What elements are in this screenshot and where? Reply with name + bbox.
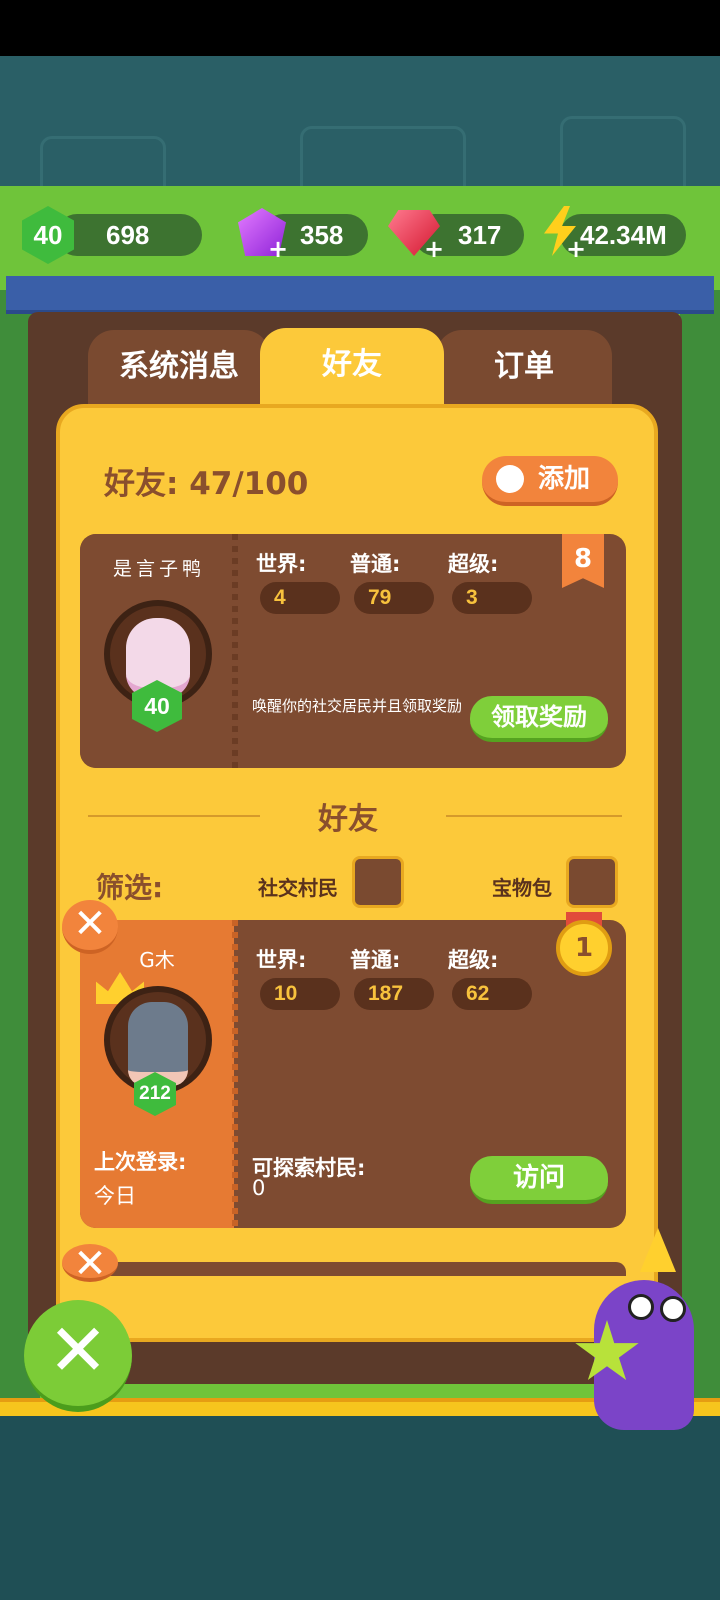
filter-social-villager-label: 社交村民 <box>258 876 338 900</box>
self-world-value: 4 <box>260 582 340 614</box>
self-name: 是言子鸭 <box>112 558 205 580</box>
status-bar-area <box>0 0 720 56</box>
friend-world-label: 世界: <box>256 948 307 972</box>
tab-system-messages[interactable]: 系统消息 <box>88 330 270 410</box>
next-friend-card <box>80 1262 626 1276</box>
bottom-background <box>0 1416 720 1600</box>
energy-value: 42.34M <box>580 220 667 250</box>
filter-treasure-checkbox[interactable] <box>566 856 618 908</box>
claim-reward-label: 领取奖励 <box>491 703 587 731</box>
last-login-value: 今日 <box>94 1184 136 1208</box>
dinosaur-mascot-icon <box>574 1228 694 1430</box>
explorable-value: 0 <box>252 1176 266 1200</box>
tab-friends-label: 好友 <box>322 347 382 382</box>
remove-next-friend-button[interactable]: ✕ <box>62 1244 118 1282</box>
friend-super-value: 62 <box>452 978 532 1010</box>
self-super-value: 3 <box>452 582 532 614</box>
add-red-gem-icon[interactable]: + <box>424 237 444 261</box>
xp-value: 698 <box>106 220 150 250</box>
claim-reward-button[interactable]: 领取奖励 <box>470 696 608 742</box>
top-background <box>0 56 720 186</box>
friend-super-label: 超级: <box>448 948 499 972</box>
self-level-value: 40 <box>144 693 170 719</box>
filter-treasure-label: 宝物包 <box>492 876 552 900</box>
add-friend-icon <box>496 465 524 493</box>
add-friend-button[interactable]: 添加 <box>482 456 618 506</box>
xp-pill[interactable]: 698 <box>56 214 202 256</box>
divider-right <box>446 815 622 817</box>
friend-count: 好友: 47/100 <box>104 466 309 502</box>
self-world-label: 世界: <box>256 552 307 576</box>
friend-normal-label: 普通: <box>350 948 401 972</box>
divider-left <box>88 815 260 817</box>
friend-rank-value: 1 <box>574 933 594 963</box>
explorable-label: 可探索村民: <box>252 1156 366 1180</box>
card-perforation <box>232 534 238 768</box>
self-normal-value: 79 <box>354 582 434 614</box>
close-button[interactable]: ✕ <box>24 1300 132 1412</box>
purple-gem-value: 358 <box>300 220 344 250</box>
add-energy-icon[interactable]: + <box>566 237 586 261</box>
header-banner <box>6 276 714 314</box>
visit-label: 访问 <box>512 1163 565 1193</box>
self-message: 唤醒你的社交居民并且领取奖励 <box>252 697 463 715</box>
self-rank-value: 8 <box>573 544 593 574</box>
friend-normal-value: 187 <box>354 978 434 1010</box>
friend-world-value: 10 <box>260 978 340 1010</box>
friends-section-title: 好友 <box>318 802 378 837</box>
visit-button[interactable]: 访问 <box>470 1156 608 1204</box>
tab-system-messages-label: 系统消息 <box>119 349 239 384</box>
tab-orders[interactable]: 订单 <box>436 330 612 410</box>
filter-social-villager-checkbox[interactable] <box>352 856 404 908</box>
friend-avatar-face <box>128 1002 188 1086</box>
filter-label: 筛选: <box>96 871 164 904</box>
add-friend-label: 添加 <box>538 464 591 494</box>
friend-level-value: 212 <box>139 1083 171 1104</box>
red-gem-value: 317 <box>458 220 502 250</box>
card-perforation <box>232 920 238 1228</box>
tab-orders-label: 订单 <box>494 349 554 384</box>
self-normal-label: 普通: <box>350 552 401 576</box>
last-login-label: 上次登录: <box>94 1150 187 1174</box>
rank-medal-icon: 1 <box>556 920 612 976</box>
friend-name: G木 <box>139 948 175 972</box>
player-level-value: 40 <box>33 220 63 250</box>
self-super-label: 超级: <box>448 552 499 576</box>
jungle-leaves-right <box>680 290 720 1410</box>
add-purple-gem-icon[interactable]: + <box>268 237 288 261</box>
